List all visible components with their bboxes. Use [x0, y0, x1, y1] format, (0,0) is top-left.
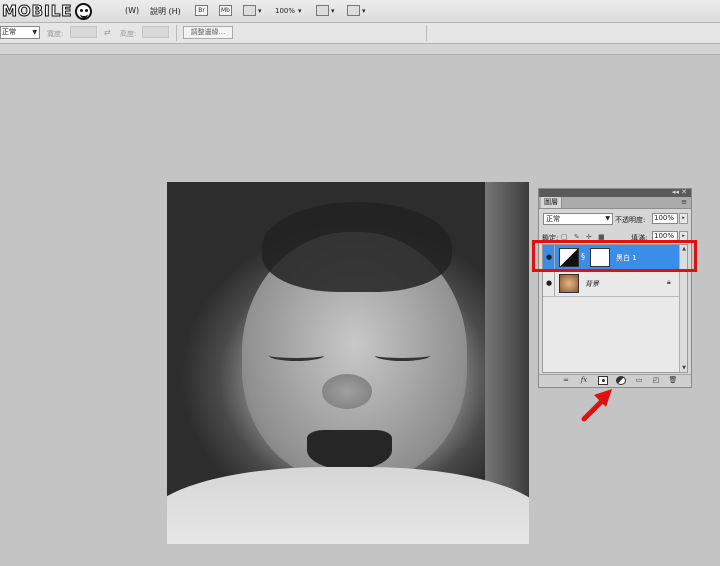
photo-eye-left	[269, 350, 324, 361]
group-folder-icon[interactable]: ▭	[634, 376, 644, 385]
trash-icon[interactable]: 🗑︎	[668, 376, 678, 385]
opacity-field[interactable]: 100%	[652, 213, 678, 224]
options-bar: 正常 ▼ 寬度: ⇄ 高度: 調整邊緣...	[0, 23, 720, 44]
lock-icon: 🔒︎	[667, 278, 671, 286]
logo-face-icon	[74, 2, 92, 20]
divider	[176, 25, 177, 41]
layer-row-background[interactable]: ● 背景 🔒︎	[543, 271, 681, 297]
tab-layers[interactable]: 圖層	[541, 197, 562, 208]
swap-icon[interactable]: ⇄	[104, 28, 111, 37]
canvas-photo[interactable]	[167, 182, 529, 544]
highlight-box	[532, 240, 697, 272]
refine-edge-button[interactable]: 調整邊緣...	[183, 26, 233, 39]
view-extras-icon[interactable]	[243, 5, 256, 16]
arrange-documents-icon[interactable]	[316, 5, 329, 16]
zoom-level[interactable]: 100%	[275, 7, 295, 15]
width-label: 寬度:	[47, 30, 64, 38]
zoom-dropdown-icon[interactable]: ▾	[298, 7, 302, 15]
mode-select[interactable]: 正常 ▼	[0, 26, 40, 39]
divider	[426, 25, 427, 41]
chevron-down-icon: ▼	[32, 29, 37, 36]
panel-menu-icon[interactable]: ≡	[681, 198, 687, 206]
panel-title-bar[interactable]: ◂◂ ✕	[539, 188, 691, 197]
photo-nose	[322, 374, 372, 409]
menu-help[interactable]: 說明 (H)	[150, 6, 181, 17]
photo-hair	[262, 202, 452, 292]
chevron-down-icon: ▼	[605, 215, 610, 222]
mini-bridge-button[interactable]: Mb	[219, 5, 232, 16]
opacity-slider-arrow-icon[interactable]: ▸	[679, 213, 688, 224]
height-label: 高度:	[120, 30, 137, 38]
photo-mouth	[307, 430, 392, 470]
menu-bar: MOBILE (W) 說明 (H) Br Mb ▾ 100% ▾ ▾ ▾	[0, 0, 720, 23]
red-arrow-icon	[581, 389, 612, 422]
scroll-down-icon[interactable]: ▼	[680, 365, 688, 371]
photo-blanket	[167, 467, 529, 544]
photo-thumbnail[interactable]	[559, 274, 579, 293]
document-tab-strip	[0, 44, 720, 55]
visibility-eye-icon[interactable]: ●	[544, 271, 555, 296]
link-icon[interactable]: ∞	[561, 376, 571, 385]
blend-mode-value: 正常	[546, 215, 560, 223]
watermark-logo: MOBILE	[2, 1, 92, 21]
screen-mode-dropdown-icon[interactable]: ▾	[362, 7, 366, 15]
view-extras-dropdown-icon[interactable]: ▾	[258, 7, 262, 15]
layers-panel: ◂◂ ✕ 圖層 ≡ 正常 ▼ 不透明度: 100% ▸ 鎖定: ▢ ✎ ✛ ■ …	[538, 188, 692, 388]
height-field[interactable]	[142, 26, 169, 38]
mode-value: 正常	[2, 28, 16, 36]
width-field[interactable]	[70, 26, 97, 38]
menu-window[interactable]: (W)	[125, 6, 139, 15]
photo-eye-right	[375, 350, 430, 361]
panel-tab-bar: 圖層 ≡	[539, 197, 691, 209]
watermark-text: MOBILE	[2, 2, 73, 21]
layer-name[interactable]: 背景	[585, 279, 599, 289]
bridge-button[interactable]: Br	[195, 5, 208, 16]
blend-mode-select[interactable]: 正常 ▼	[543, 213, 613, 225]
opacity-label: 不透明度:	[615, 216, 646, 224]
new-layer-icon[interactable]: ◰	[651, 376, 661, 385]
arrange-dropdown-icon[interactable]: ▾	[331, 7, 335, 15]
screen-mode-icon[interactable]	[347, 5, 360, 16]
collapse-panel-icon[interactable]: ◂◂ ✕	[672, 188, 687, 196]
